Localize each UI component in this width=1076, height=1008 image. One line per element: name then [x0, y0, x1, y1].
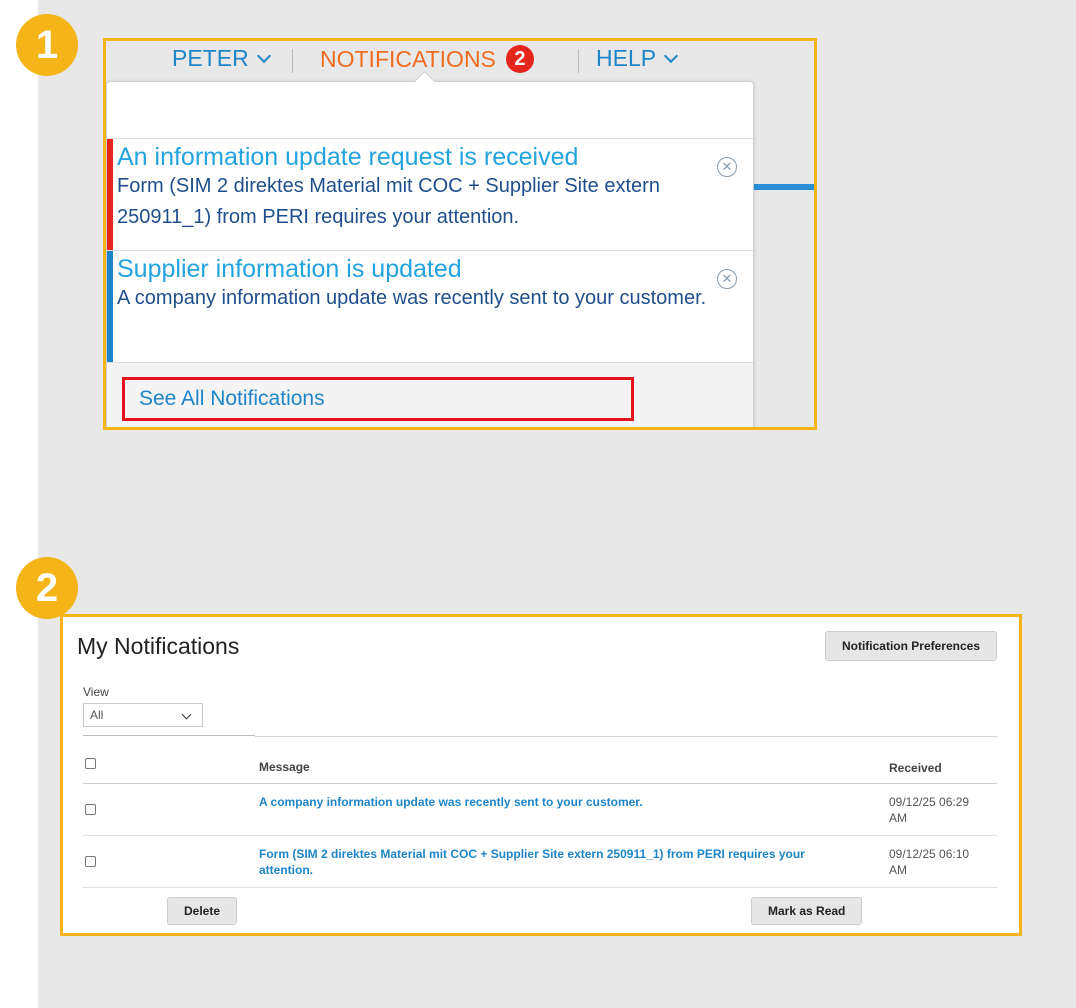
notification-title[interactable]: An information update request is receive…: [117, 139, 713, 171]
my-notifications-panel: My Notifications Notification Preference…: [60, 614, 1022, 936]
notification-message-link[interactable]: A company information update was recentl…: [259, 794, 859, 810]
row-checkbox[interactable]: [85, 856, 96, 867]
user-menu[interactable]: PETER: [172, 45, 271, 72]
see-all-notifications-link[interactable]: See All Notifications: [122, 377, 634, 421]
table-row: A company information update was recentl…: [83, 783, 997, 836]
message-column-header: Message: [259, 760, 310, 774]
received-timestamp: 09/12/25 06:29 AM: [889, 795, 970, 825]
notification-title[interactable]: Supplier information is updated: [117, 251, 713, 283]
row-checkbox[interactable]: [85, 804, 96, 815]
view-filter-value: All: [90, 708, 104, 722]
view-filter-select[interactable]: All: [83, 703, 203, 727]
notification-priority-stripe: [107, 251, 113, 362]
chevron-down-icon: [256, 48, 271, 63]
received-timestamp: 09/12/25 06:10 AM: [889, 847, 970, 877]
notification-item[interactable]: Supplier information is updated A compan…: [107, 250, 753, 362]
chevron-down-icon: [181, 709, 192, 720]
page-title: My Notifications: [77, 633, 240, 659]
user-menu-label: PETER: [172, 45, 249, 71]
notification-body: A company information update was recentl…: [117, 287, 707, 309]
help-menu[interactable]: HELP: [596, 45, 679, 72]
notification-message-link[interactable]: Form (SIM 2 direktes Material mit COC + …: [259, 846, 859, 878]
notification-body: Form (SIM 2 direktes Material mit COC + …: [117, 175, 660, 228]
received-column-header: Received: [889, 761, 942, 775]
notifications-dropdown-panel: PETER NOTIFICATIONS 2 HELP An informatio…: [103, 38, 817, 430]
notification-priority-stripe: [107, 139, 113, 250]
delete-button[interactable]: Delete: [167, 897, 238, 925]
background-accent-bar: [751, 184, 814, 190]
nav-divider: [578, 49, 579, 73]
table-row: Form (SIM 2 direktes Material mit COC + …: [83, 835, 997, 888]
step-1-badge: 1: [16, 14, 78, 76]
notifications-popover: An information update request is receive…: [106, 70, 754, 427]
table-header-row: Message Received: [83, 747, 997, 784]
divider: [83, 735, 255, 736]
step-2-badge: 2: [16, 557, 78, 619]
view-filter-label: View: [83, 685, 109, 699]
notifications-count-badge: 2: [505, 45, 534, 73]
notification-preferences-button[interactable]: Notification Preferences: [824, 631, 997, 661]
nav-divider: [292, 49, 293, 73]
close-circle-icon[interactable]: ✕: [717, 157, 737, 177]
divider: [255, 736, 997, 737]
top-navigation: PETER NOTIFICATIONS 2 HELP: [106, 41, 814, 77]
close-circle-icon[interactable]: ✕: [717, 269, 737, 289]
chevron-down-icon: [664, 48, 679, 63]
popover-footer: See All Notifications: [107, 362, 753, 427]
notifications-menu-label: NOTIFICATIONS: [320, 45, 496, 72]
notification-item[interactable]: An information update request is receive…: [107, 138, 753, 250]
select-all-checkbox[interactable]: [85, 758, 96, 769]
mark-as-read-button[interactable]: Mark as Read: [751, 897, 863, 925]
help-menu-label: HELP: [596, 45, 657, 71]
notifications-menu[interactable]: NOTIFICATIONS 2: [320, 45, 534, 73]
